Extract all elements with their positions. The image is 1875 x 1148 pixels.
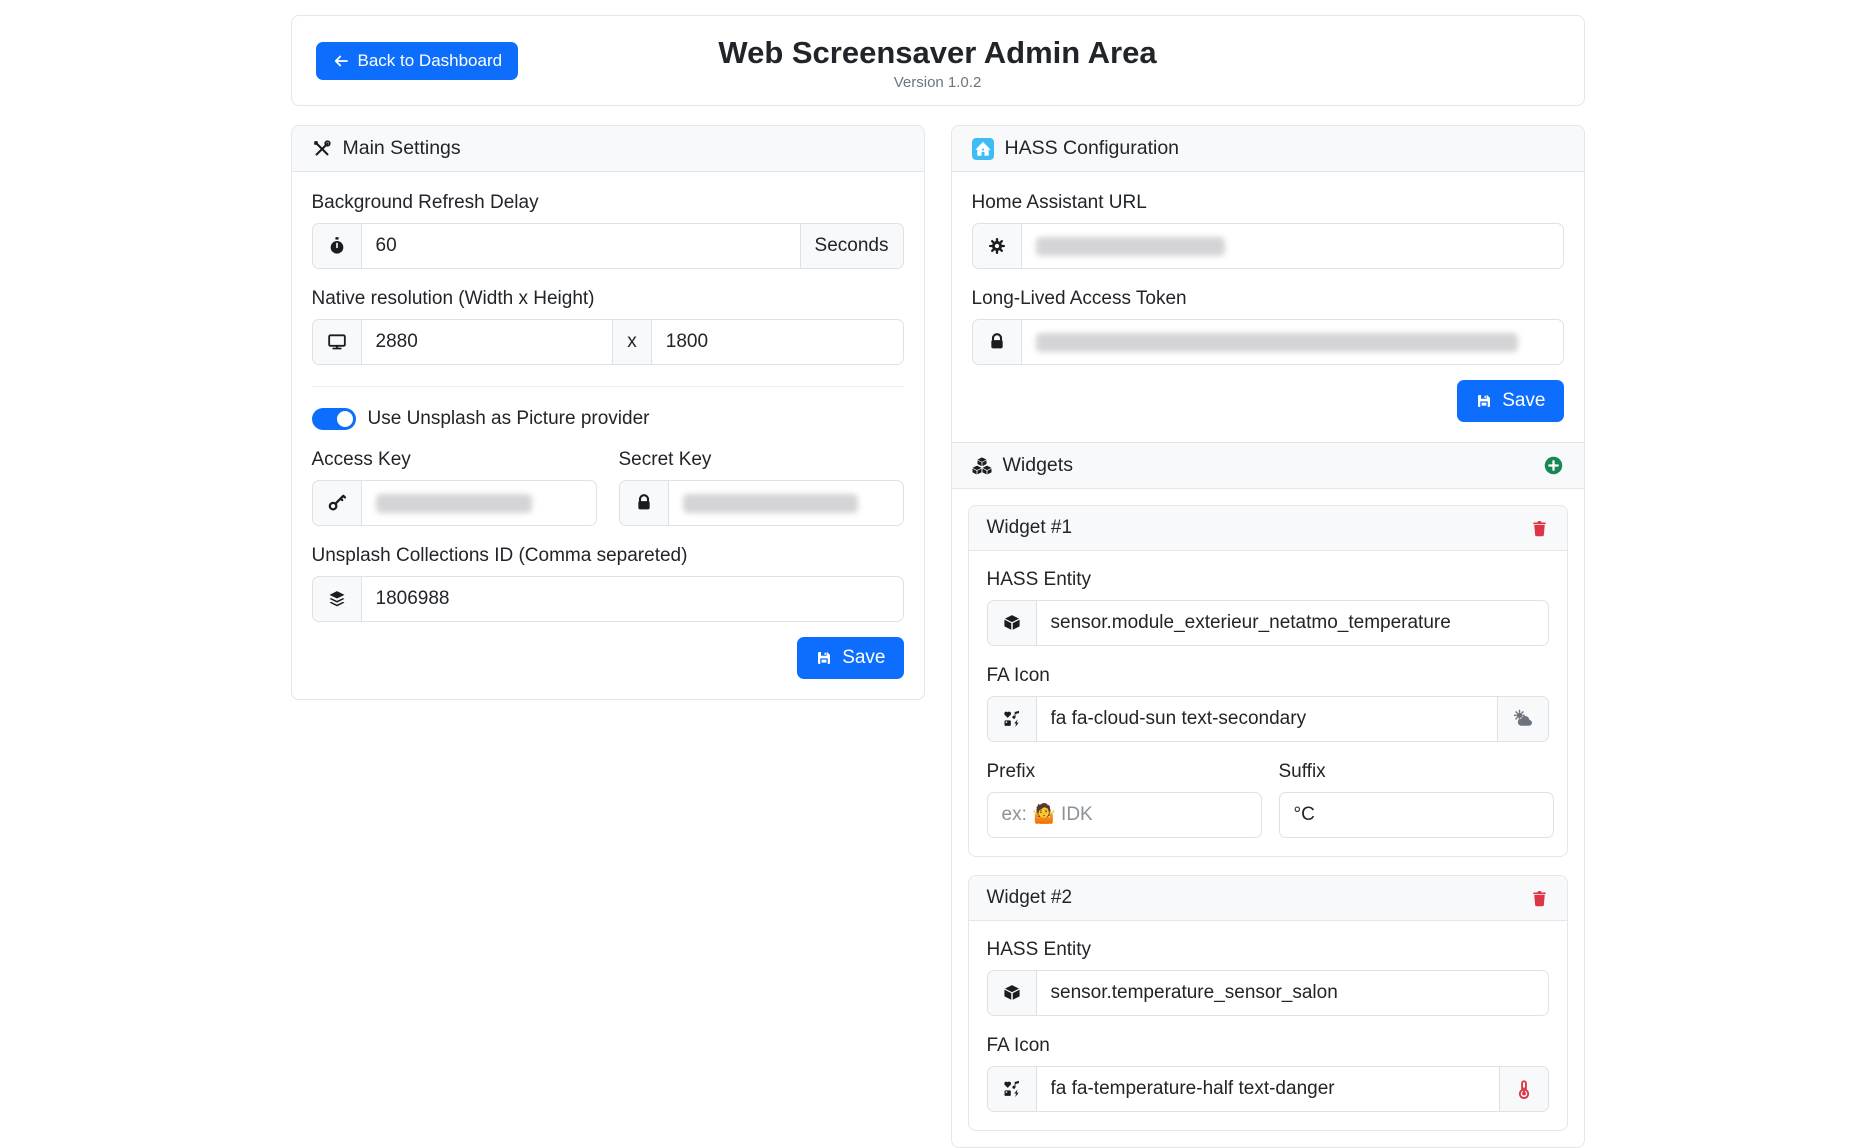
refresh-delay-label: Background Refresh Delay — [312, 192, 904, 214]
widget-1-title: Widget #1 — [987, 517, 1073, 539]
widget-2-entity-group — [987, 970, 1549, 1016]
widget-1-fa-icon-group — [987, 696, 1549, 742]
key-icon — [312, 480, 362, 526]
ha-token-input[interactable] — [1021, 319, 1564, 365]
resolution-separator: x — [612, 319, 652, 365]
redacted-value — [376, 494, 533, 513]
collections-label: Unsplash Collections ID (Comma separeted… — [312, 545, 904, 567]
widget-2-entity-input[interactable] — [1036, 970, 1549, 1016]
add-widget-button[interactable] — [1543, 455, 1564, 476]
delete-widget-2-button[interactable] — [1530, 889, 1549, 908]
unsplash-toggle[interactable] — [312, 408, 356, 430]
cubes-icon — [972, 456, 992, 476]
unsplash-toggle-label: Use Unsplash as Picture provider — [368, 408, 650, 430]
fa-icon-preview-button[interactable] — [1497, 696, 1549, 742]
arrow-left-icon — [332, 52, 350, 70]
trash-icon — [1530, 889, 1549, 908]
redacted-value — [683, 494, 858, 513]
save-button-label: Save — [842, 647, 885, 669]
secret-key-input[interactable] — [668, 480, 904, 526]
trash-icon — [1530, 519, 1549, 538]
widget-2-fa-icon-input[interactable] — [1036, 1066, 1500, 1112]
widgets-header: Widgets — [952, 442, 1584, 489]
cloud-sun-icon — [1512, 708, 1534, 730]
refresh-delay-input[interactable] — [361, 223, 801, 269]
hass-widgets-card: HASS Configuration Home Assistant URL — [951, 125, 1585, 1148]
circle-plus-icon — [1543, 455, 1564, 476]
redacted-value — [1036, 237, 1226, 256]
main-settings-header: Main Settings — [292, 126, 924, 172]
access-key-group — [312, 480, 597, 526]
widget-1-entity-group — [987, 600, 1549, 646]
resolution-height-input[interactable] — [651, 319, 904, 365]
main-settings-title: Main Settings — [343, 137, 461, 160]
hass-config-title: HASS Configuration — [1005, 137, 1180, 160]
resolution-label: Native resolution (Width x Height) — [312, 288, 904, 310]
icons-icon — [987, 696, 1037, 742]
widget-2-title: Widget #2 — [987, 887, 1073, 909]
widget-card-2: Widget #2 — [968, 875, 1568, 1131]
back-button-label: Back to Dashboard — [358, 51, 503, 71]
secret-key-label: Secret Key — [619, 449, 904, 471]
resolution-group: x — [312, 319, 904, 365]
widget-1-entity-input[interactable] — [1036, 600, 1549, 646]
display-icon — [312, 319, 362, 365]
ha-token-label: Long-Lived Access Token — [972, 288, 1564, 310]
fa-icon-preview-button[interactable] — [1499, 1066, 1549, 1112]
main-settings-card: Main Settings Background Refresh Delay — [291, 125, 925, 700]
widget-1-fa-icon-label: FA Icon — [987, 665, 1549, 687]
widget-1-prefix-label: Prefix — [987, 761, 1257, 783]
widget-1-suffix-input[interactable] — [1279, 792, 1554, 838]
back-to-dashboard-button[interactable]: Back to Dashboard — [316, 42, 519, 80]
header-card: Back to Dashboard Web Screensaver Admin … — [291, 15, 1585, 106]
hass-config-header: HASS Configuration — [952, 126, 1584, 172]
stopwatch-icon — [312, 223, 362, 269]
collections-group — [312, 576, 904, 622]
home-assistant-icon — [972, 138, 994, 160]
secret-key-group — [619, 480, 904, 526]
access-key-label: Access Key — [312, 449, 597, 471]
ha-token-group — [972, 319, 1564, 365]
icons-icon — [987, 1066, 1037, 1112]
refresh-delay-unit: Seconds — [800, 223, 904, 269]
floppy-save-icon — [1475, 392, 1493, 410]
cube-icon — [987, 970, 1037, 1016]
ha-url-label: Home Assistant URL — [972, 192, 1564, 214]
widget-card-1: Widget #1 — [968, 505, 1568, 857]
screwdriver-wrench-icon — [312, 139, 332, 159]
gear-icon — [972, 223, 1022, 269]
redacted-value — [1036, 333, 1518, 352]
main-settings-save-button[interactable]: Save — [797, 637, 903, 679]
save-button-label: Save — [1502, 390, 1545, 412]
page-container: Back to Dashboard Web Screensaver Admin … — [291, 0, 1585, 1148]
lock-icon — [619, 480, 669, 526]
ha-url-group — [972, 223, 1564, 269]
widget-1-fa-icon-input[interactable] — [1036, 696, 1498, 742]
cube-icon — [987, 600, 1037, 646]
floppy-save-icon — [815, 649, 833, 667]
hass-save-button[interactable]: Save — [1457, 380, 1563, 422]
layer-group-icon — [312, 576, 362, 622]
resolution-width-input[interactable] — [361, 319, 614, 365]
widget-1-entity-label: HASS Entity — [987, 569, 1549, 591]
lock-icon — [972, 319, 1022, 365]
widget-2-entity-label: HASS Entity — [987, 939, 1549, 961]
temperature-half-icon — [1514, 1079, 1534, 1099]
access-key-input[interactable] — [361, 480, 597, 526]
widget-2-fa-icon-group — [987, 1066, 1549, 1112]
widget-2-fa-icon-label: FA Icon — [987, 1035, 1549, 1057]
refresh-delay-group: Seconds — [312, 223, 904, 269]
widget-1-prefix-input[interactable] — [987, 792, 1262, 838]
collections-input[interactable] — [361, 576, 904, 622]
delete-widget-1-button[interactable] — [1530, 519, 1549, 538]
divider — [312, 386, 904, 387]
widget-1-suffix-label: Suffix — [1279, 761, 1549, 783]
widgets-title: Widgets — [1003, 454, 1073, 477]
ha-url-input[interactable] — [1021, 223, 1564, 269]
